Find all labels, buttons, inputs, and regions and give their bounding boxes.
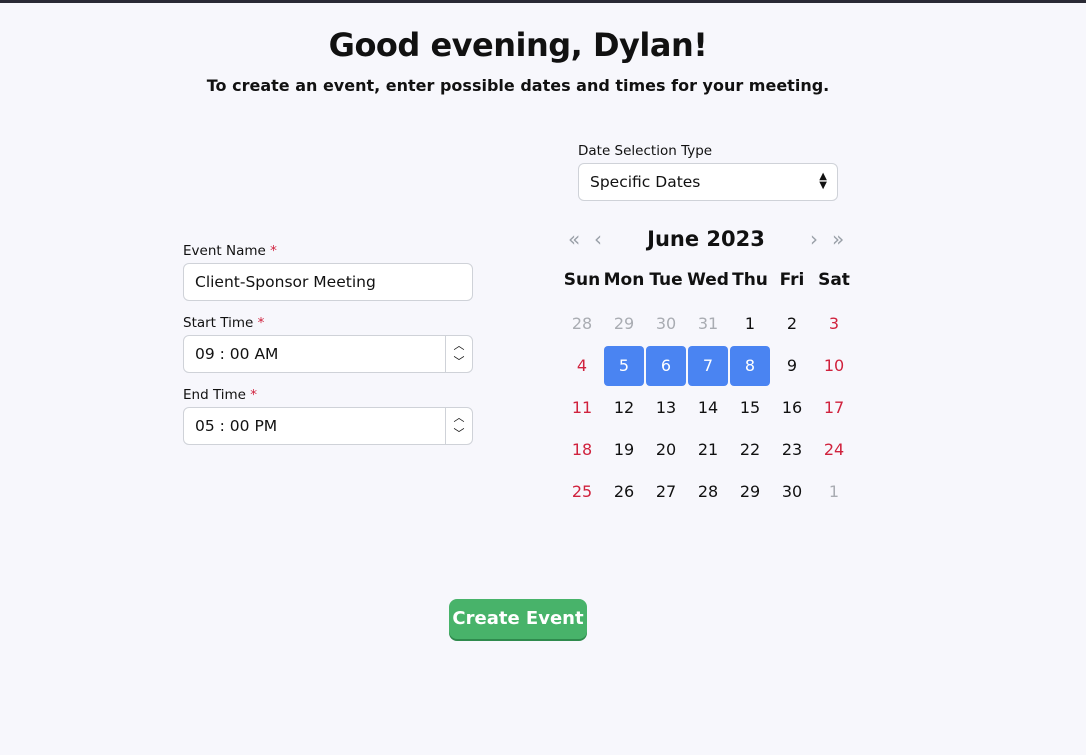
weekday-header: Sat	[818, 270, 850, 290]
create-event-button[interactable]: Create Event	[449, 599, 587, 639]
calendar-day[interactable]: 1	[730, 304, 770, 344]
calendar-day[interactable]: 21	[688, 430, 728, 470]
calendar-day[interactable]: 3	[814, 304, 854, 344]
calendar-day[interactable]: 17	[814, 388, 854, 428]
calendar-day[interactable]: 23	[772, 430, 812, 470]
required-mark: *	[257, 315, 265, 331]
calendar-day[interactable]: 30	[772, 472, 812, 512]
next-month-button[interactable]: ›	[810, 224, 818, 254]
end-time-value: 05 : 00 PM	[195, 417, 278, 435]
page-subtitle: To create an event, enter possible dates…	[206, 76, 830, 95]
date-selection-select[interactable]: Specific Dates ▲ ▼	[578, 163, 838, 201]
calendar-day[interactable]: 1	[814, 472, 854, 512]
calendar-day[interactable]: 14	[688, 388, 728, 428]
start-time-value: 09 : 00 AM	[195, 345, 279, 363]
start-time-label: Start Time *	[183, 315, 265, 331]
weekday-header: Fri	[779, 270, 805, 290]
calendar-day[interactable]: 13	[646, 388, 686, 428]
end-time-stepper[interactable]: ︿ ﹀	[445, 408, 472, 444]
calendar-day[interactable]: 30	[646, 304, 686, 344]
calendar-day[interactable]: 2	[772, 304, 812, 344]
calendar-day[interactable]: 31	[688, 304, 728, 344]
chevron-down-icon[interactable]: ﹀	[454, 354, 465, 370]
calendar-day[interactable]: 29	[730, 472, 770, 512]
next-year-button[interactable]: »	[832, 224, 844, 254]
weekday-header: Thu	[732, 270, 768, 290]
calendar-day[interactable]: 22	[730, 430, 770, 470]
calendar-month-title: June 2023	[647, 227, 765, 251]
event-name-label: Event Name *	[183, 243, 277, 259]
calendar-day[interactable]: 20	[646, 430, 686, 470]
calendar-day[interactable]: 6	[646, 346, 686, 386]
weekday-header: Sun	[563, 270, 601, 290]
calendar-day[interactable]: 25	[562, 472, 602, 512]
start-time-stepper[interactable]: ︿ ﹀	[445, 336, 472, 372]
calendar-day[interactable]: 28	[562, 304, 602, 344]
date-selection-label: Date Selection Type	[578, 143, 713, 159]
calendar-day[interactable]: 7	[688, 346, 728, 386]
calendar-day[interactable]: 27	[646, 472, 686, 512]
required-mark: *	[250, 387, 258, 403]
calendar-day[interactable]: 5	[604, 346, 644, 386]
calendar-day[interactable]: 10	[814, 346, 854, 386]
calendar-day[interactable]: 24	[814, 430, 854, 470]
calendar-day[interactable]: 8	[730, 346, 770, 386]
page-title: Good evening, Dylan!	[328, 26, 708, 64]
calendar-day[interactable]: 16	[772, 388, 812, 428]
calendar-day[interactable]: 28	[688, 472, 728, 512]
required-mark: *	[270, 243, 277, 259]
weekday-header: Tue	[649, 270, 683, 290]
calendar-header: « ‹ June 2023 › »	[560, 224, 852, 256]
weekday-header: Mon	[603, 270, 645, 290]
calendar-day[interactable]: 18	[562, 430, 602, 470]
calendar-day[interactable]: 12	[604, 388, 644, 428]
chevron-up-icon[interactable]: ︿	[454, 338, 465, 354]
date-selection-value: Specific Dates	[590, 173, 701, 191]
select-chevron-icon: ▲ ▼	[819, 171, 827, 191]
calendar-day[interactable]: 26	[604, 472, 644, 512]
weekday-header: Wed	[687, 270, 729, 290]
end-time-input[interactable]: 05 : 00 PM ︿ ﹀	[183, 407, 473, 445]
event-name-input[interactable]: Client-Sponsor Meeting	[183, 263, 473, 301]
calendar-day[interactable]: 9	[772, 346, 812, 386]
event-name-value: Client-Sponsor Meeting	[195, 273, 376, 291]
chevron-up-icon[interactable]: ︿	[454, 410, 465, 426]
end-time-label: End Time *	[183, 387, 258, 403]
start-time-input[interactable]: 09 : 00 AM ︿ ﹀	[183, 335, 473, 373]
chevron-down-icon[interactable]: ﹀	[454, 426, 465, 442]
calendar-day[interactable]: 4	[562, 346, 602, 386]
calendar-day[interactable]: 19	[604, 430, 644, 470]
calendar-day[interactable]: 11	[562, 388, 602, 428]
calendar-day[interactable]: 15	[730, 388, 770, 428]
calendar-day[interactable]: 29	[604, 304, 644, 344]
top-bar	[0, 0, 1086, 3]
